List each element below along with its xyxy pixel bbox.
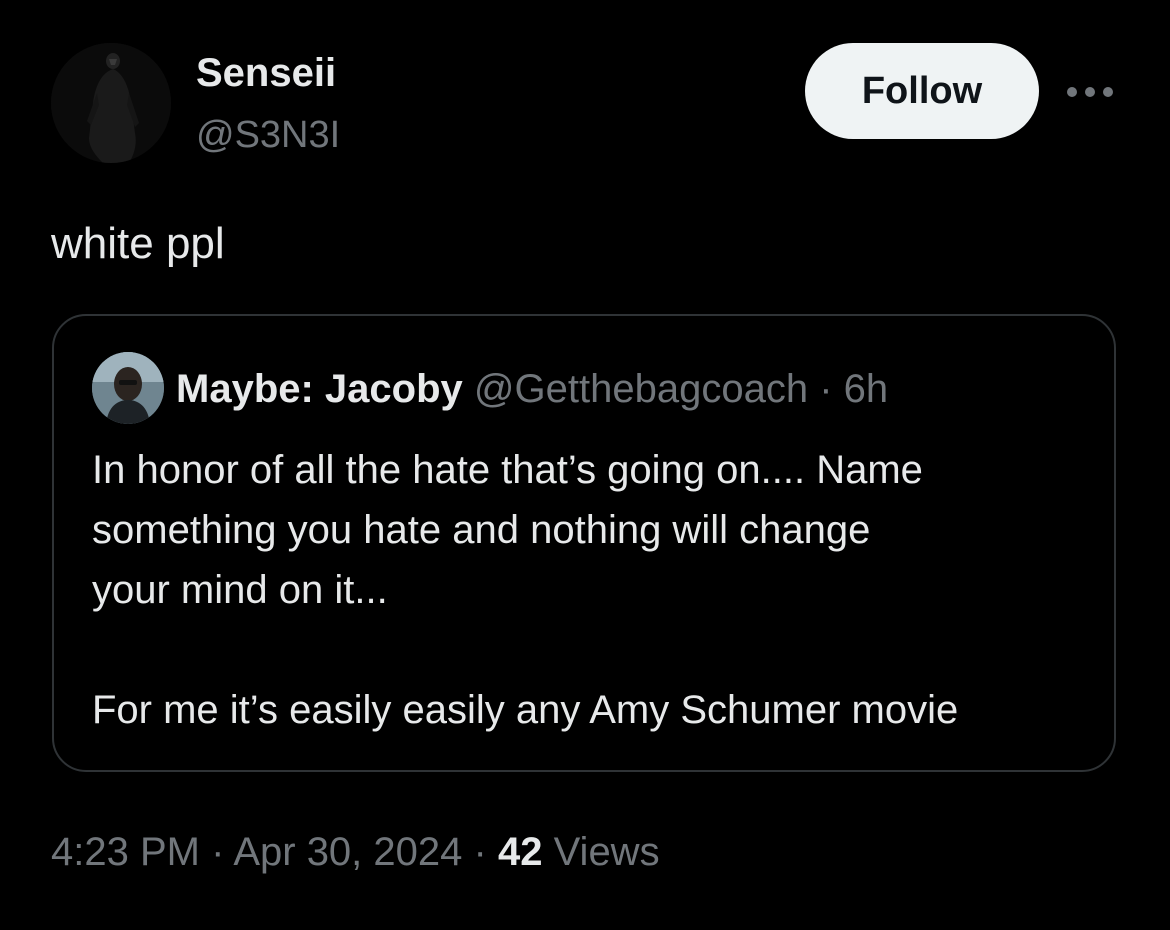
quoted-text-line: your mind on it...	[92, 568, 388, 612]
quoted-tweet-text: In honor of all the hate that’s going on…	[92, 440, 1092, 740]
follow-button[interactable]: Follow	[805, 43, 1039, 139]
author-handle[interactable]: @S3N3I	[196, 112, 340, 158]
meta-separator: ·	[211, 830, 225, 874]
tweet-date[interactable]: Apr 30, 2024	[233, 830, 462, 874]
quoted-header: Maybe: Jacoby @Getthebagcoach · 6h	[176, 365, 888, 413]
quoted-timestamp[interactable]: 6h	[844, 367, 889, 411]
quoted-handle[interactable]: @Getthebagcoach	[474, 367, 808, 411]
views-label: Views	[553, 830, 660, 874]
more-dots-icon	[1067, 87, 1113, 97]
quoted-text-line: something you hate and nothing will chan…	[92, 508, 871, 552]
tweet-detail: Senseii @S3N3I Follow white ppl Maybe: J…	[0, 0, 1170, 930]
quoted-display-name[interactable]: Maybe: Jacoby	[176, 367, 463, 411]
quoted-author-avatar[interactable]	[92, 352, 164, 424]
tweet-time[interactable]: 4:23 PM	[51, 830, 200, 874]
quoted-tweet-card[interactable]: Maybe: Jacoby @Getthebagcoach · 6h In ho…	[52, 314, 1116, 772]
meta-separator: ·	[473, 830, 487, 874]
hooded-figure-icon	[51, 43, 171, 163]
quoted-text-line: In honor of all the hate that’s going on…	[92, 448, 923, 492]
more-options-button[interactable]	[1062, 72, 1118, 112]
tweet-text: white ppl	[51, 219, 225, 268]
quoted-text-line: For me it’s easily easily any Amy Schume…	[92, 688, 959, 732]
person-photo-icon	[92, 352, 164, 424]
tweet-metadata: 4:23 PM · Apr 30, 2024 · 42 Views	[51, 826, 660, 878]
views-count: 42	[497, 830, 543, 874]
quoted-separator: ·	[819, 367, 833, 411]
author-display-name[interactable]: Senseii	[196, 50, 336, 96]
author-avatar[interactable]	[51, 43, 171, 163]
